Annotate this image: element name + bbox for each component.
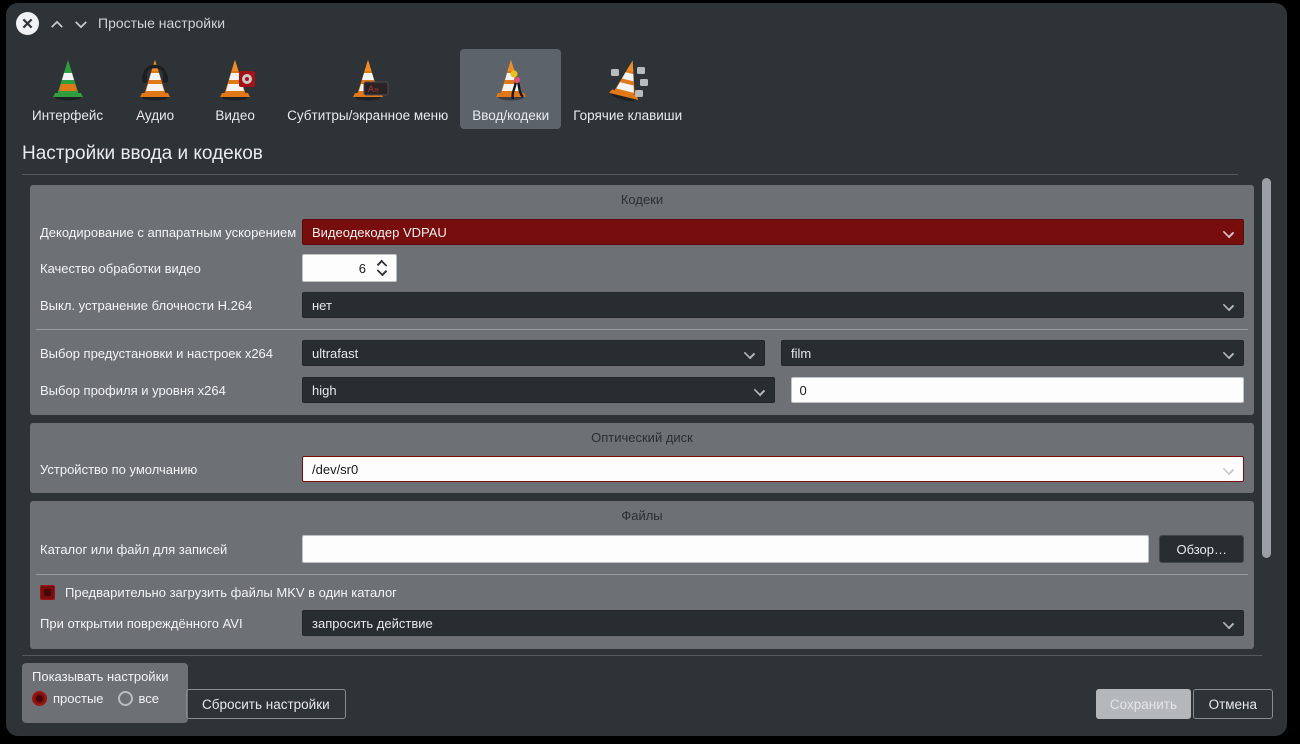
codecs-divider: [36, 329, 1248, 330]
deblocking-label: Выкл. устранение блочности H.264: [40, 298, 302, 313]
title-divider: [22, 174, 1238, 175]
tab-hotkeys[interactable]: Горячие клавиши: [561, 49, 694, 129]
checkbox-mark: [44, 589, 51, 596]
preferences-tabbar: Интерфейс Аудио Видео A» Субтитры/экранн…: [20, 49, 694, 129]
titlebar: Простые настройки: [6, 3, 1287, 45]
codecs-group: Кодеки Декодирование с аппаратным ускоре…: [30, 185, 1254, 415]
deblocking-value: нет: [312, 298, 332, 313]
damaged-avi-select[interactable]: запросить действие: [302, 610, 1244, 636]
default-device-input[interactable]: [303, 462, 1243, 477]
x264-profile-row: Выбор профиля и уровня x264 high: [40, 377, 1244, 403]
x264-profile-value: high: [312, 383, 337, 398]
save-button[interactable]: Сохранить: [1096, 689, 1191, 719]
tab-interface[interactable]: Интерфейс: [20, 49, 115, 129]
subtitles-cone-icon: A»: [340, 53, 396, 105]
mkv-preload-label: Предварительно загрузить файлы MKV в оди…: [65, 585, 397, 600]
mkv-preload-row[interactable]: Предварительно загрузить файлы MKV в оди…: [40, 585, 1244, 600]
close-button[interactable]: [16, 12, 39, 35]
shade-up-button[interactable]: [48, 16, 66, 32]
video-cone-icon: [207, 53, 263, 105]
hw-decoding-select[interactable]: Видеодекодер VDPAU: [302, 219, 1244, 245]
x264-preset-value: ultrafast: [312, 346, 358, 361]
radio-simple-label: простые: [53, 691, 104, 706]
x264-level-input[interactable]: [791, 377, 1245, 403]
x264-preset-row: Выбор предустановки и настроек x264 ultr…: [40, 340, 1244, 366]
x264-preset-select[interactable]: ultrafast: [302, 340, 765, 366]
x264-profile-label: Выбор профиля и уровня x264: [40, 383, 302, 398]
deblocking-row: Выкл. устранение блочности H.264 нет: [40, 292, 1244, 318]
tab-subtitles-osd[interactable]: A» Субтитры/экранное меню: [275, 49, 460, 129]
optical-disc-group: Оптический диск Устройство по умолчанию: [30, 423, 1254, 493]
x264-tune-select[interactable]: film: [781, 340, 1244, 366]
show-settings-groupbox: Показывать настройки простые все: [22, 663, 188, 723]
show-settings-title: Показывать настройки: [32, 669, 178, 684]
default-device-combobox[interactable]: [302, 456, 1244, 482]
window-title: Простые настройки: [98, 15, 225, 31]
footer-divider: [22, 655, 1262, 656]
vertical-scrollbar[interactable]: [1262, 178, 1271, 558]
audio-cone-icon: [127, 53, 183, 105]
chevron-down-icon: [74, 20, 88, 29]
page-title: Настройки ввода и кодеков: [22, 143, 263, 165]
record-dir-row: Каталог или файл для записей Обзор…: [40, 535, 1244, 563]
input-codecs-cone-icon: [483, 53, 539, 105]
browse-button[interactable]: Обзор…: [1159, 535, 1244, 563]
hw-decoding-value: Видеодекодер VDPAU: [312, 225, 447, 240]
damaged-avi-label: При открытии повреждённого AVI: [40, 616, 302, 631]
x264-preset-label: Выбор предустановки и настроек x264: [40, 346, 302, 361]
video-quality-spinner[interactable]: [302, 254, 397, 282]
default-device-row: Устройство по умолчанию: [40, 456, 1244, 482]
tab-audio[interactable]: Аудио: [115, 49, 195, 129]
hotkeys-cone-icon: [600, 53, 656, 105]
tab-label: Субтитры/экранное меню: [287, 108, 448, 123]
codecs-heading: Кодеки: [40, 185, 1244, 207]
files-divider: [36, 574, 1248, 575]
record-dir-label: Каталог или файл для записей: [40, 542, 302, 557]
close-icon: [22, 18, 33, 29]
files-heading: Файлы: [40, 501, 1244, 523]
spinner-arrows[interactable]: [377, 258, 389, 280]
default-device-label: Устройство по умолчанию: [40, 462, 302, 477]
optical-heading: Оптический диск: [40, 423, 1244, 445]
radio-all-label: все: [139, 691, 160, 706]
tab-label: Ввод/кодеки: [472, 108, 549, 123]
radio-simple[interactable]: [32, 691, 47, 706]
record-dir-input[interactable]: [302, 535, 1149, 563]
tab-label: Аудио: [136, 108, 174, 123]
preferences-window: Простые настройки Интерфейс Аудио Видео …: [6, 3, 1287, 736]
video-quality-row: Качество обработки видео: [40, 254, 1244, 282]
cancel-button[interactable]: Отмена: [1193, 689, 1273, 719]
shade-down-button[interactable]: [72, 16, 90, 32]
video-quality-label: Качество обработки видео: [40, 261, 302, 276]
tab-input-codecs[interactable]: Ввод/кодеки: [460, 49, 561, 129]
deblocking-select[interactable]: нет: [302, 292, 1244, 318]
damaged-avi-value: запросить действие: [312, 616, 433, 631]
tab-label: Интерфейс: [32, 108, 103, 123]
spin-down-icon[interactable]: [377, 266, 387, 276]
tab-label: Видео: [215, 108, 254, 123]
x264-profile-select[interactable]: high: [302, 377, 775, 403]
tab-video[interactable]: Видео: [195, 49, 275, 129]
files-group: Файлы Каталог или файл для записей Обзор…: [30, 501, 1254, 649]
damaged-avi-row: При открытии повреждённого AVI запросить…: [40, 610, 1244, 636]
chevron-up-icon: [50, 20, 64, 29]
tab-label: Горячие клавиши: [573, 108, 682, 123]
interface-cone-icon: [40, 53, 96, 105]
hw-decoding-label: Декодирование с аппаратным ускорением: [40, 225, 302, 240]
x264-tune-value: film: [791, 346, 811, 361]
radio-all[interactable]: [118, 691, 133, 706]
reset-settings-button[interactable]: Сбросить настройки: [186, 689, 346, 719]
hw-decoding-row: Декодирование с аппаратным ускорением Ви…: [40, 219, 1244, 245]
svg-text:A»: A»: [368, 84, 379, 94]
mkv-preload-checkbox[interactable]: [40, 585, 55, 600]
